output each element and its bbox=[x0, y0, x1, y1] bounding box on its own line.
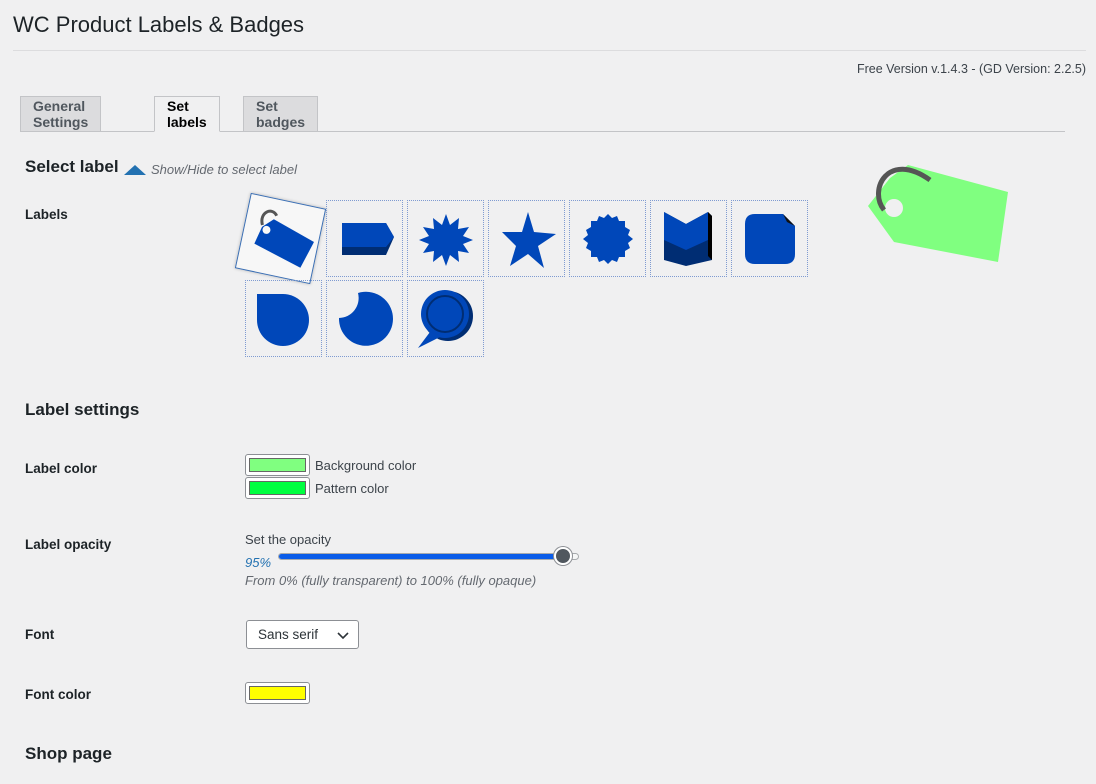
title-divider bbox=[13, 50, 1086, 51]
tab-set-labels[interactable]: Set labels bbox=[154, 96, 220, 132]
label-option-rounded-square[interactable] bbox=[731, 200, 808, 277]
tab-general-settings[interactable]: General Settings bbox=[20, 96, 102, 131]
pattern-color-picker[interactable] bbox=[245, 477, 310, 499]
seal-icon bbox=[582, 213, 633, 264]
triangle-up-icon bbox=[124, 165, 146, 175]
label-color-label: Label color bbox=[25, 461, 98, 476]
label-preview bbox=[860, 150, 1020, 275]
label-option-tag[interactable] bbox=[234, 192, 327, 285]
starburst-icon bbox=[418, 213, 473, 266]
font-select-value: Sans serif bbox=[258, 627, 319, 642]
opacity-slider-fill bbox=[279, 554, 564, 559]
background-color-label: Background color bbox=[315, 457, 417, 473]
ribbon-icon bbox=[341, 222, 394, 255]
label-opacity-label: Label opacity bbox=[25, 537, 112, 552]
circle-corner-icon bbox=[256, 293, 309, 346]
pattern-color-label: Pattern color bbox=[315, 480, 389, 496]
rounded-square-icon bbox=[744, 213, 795, 264]
font-select[interactable]: Sans serif bbox=[246, 620, 359, 649]
page-title: WC Product Labels & Badges bbox=[13, 12, 305, 37]
speech-bubble-icon bbox=[417, 289, 473, 348]
font-color-label: Font color bbox=[25, 687, 91, 702]
opacity-value: 95% bbox=[245, 555, 272, 570]
label-option-bookmark[interactable] bbox=[650, 200, 727, 277]
font-label: Font bbox=[25, 627, 55, 642]
pattern-color-row: Pattern color bbox=[245, 477, 389, 499]
background-color-row: Background color bbox=[245, 454, 416, 476]
opacity-caption: Set the opacity bbox=[245, 532, 331, 547]
label-option-star[interactable] bbox=[488, 200, 565, 277]
font-color-picker[interactable] bbox=[245, 682, 310, 704]
opacity-slider-thumb[interactable] bbox=[554, 547, 573, 565]
show-hide-text: Show/Hide to select label bbox=[151, 162, 297, 177]
select-label-heading: Select label bbox=[25, 157, 119, 176]
label-option-speech-bubble[interactable] bbox=[407, 280, 484, 357]
label-option-seal[interactable] bbox=[569, 200, 646, 277]
opacity-help-text: From 0% (fully transparent) to 100% (ful… bbox=[245, 573, 537, 588]
tab-set-badges[interactable]: Set badges bbox=[243, 96, 319, 131]
opacity-slider[interactable] bbox=[278, 547, 579, 565]
show-hide-toggle[interactable]: Show/Hide to select label bbox=[124, 162, 297, 177]
tag-icon bbox=[253, 209, 314, 268]
label-option-moon[interactable] bbox=[326, 280, 403, 357]
label-option-circle-corner[interactable] bbox=[245, 280, 322, 357]
label-option-ribbon[interactable] bbox=[326, 200, 403, 277]
font-color-row bbox=[245, 682, 310, 704]
tag-icon bbox=[868, 165, 1008, 262]
moon-icon bbox=[338, 291, 393, 346]
label-option-starburst[interactable] bbox=[407, 200, 484, 277]
chevron-down-icon bbox=[337, 632, 349, 640]
bookmark-icon bbox=[663, 211, 712, 266]
background-color-picker[interactable] bbox=[245, 454, 310, 476]
shop-page-heading: Shop page bbox=[25, 744, 112, 763]
label-settings-heading: Label settings bbox=[25, 400, 140, 419]
version-info: Free Version v.1.4.3 - (GD Version: 2.2.… bbox=[856, 62, 1086, 76]
labels-row-label: Labels bbox=[25, 207, 68, 222]
star-icon bbox=[501, 211, 556, 268]
